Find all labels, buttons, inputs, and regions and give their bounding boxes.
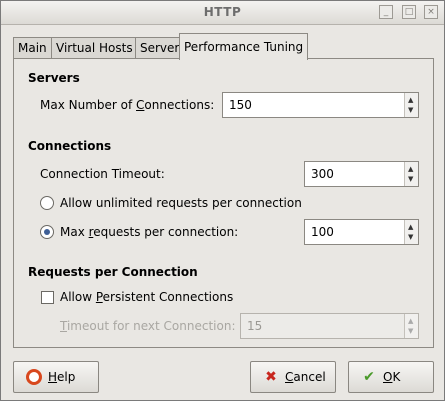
max-connections-value: 150 <box>229 98 252 112</box>
servers-heading: Servers <box>28 71 80 85</box>
connections-heading: Connections <box>28 139 112 153</box>
minimize-icon[interactable]: _ <box>379 5 393 19</box>
ok-button[interactable]: ✔ OK <box>348 361 434 393</box>
titlebar[interactable]: HTTP _ □ × <box>1 1 444 25</box>
spin-up-icon[interactable]: ▲ <box>408 223 413 231</box>
requests-per-connection-heading: Requests per Connection <box>28 265 198 279</box>
spin-down-icon: ▼ <box>408 327 414 335</box>
next-connection-timeout-arrows: ▲ ▼ <box>404 314 418 338</box>
max-connections-arrows[interactable]: ▲ ▼ <box>404 93 418 117</box>
tab-performance-tuning[interactable]: Performance Tuning <box>179 33 309 60</box>
spin-up-icon: ▲ <box>408 317 414 325</box>
radio-selected-dot <box>44 229 50 235</box>
max-connections-label: Max Number of Connections: <box>40 98 215 112</box>
persistent-connections-checkbox[interactable] <box>41 291 54 304</box>
max-requests-spinbox[interactable]: 100 ▲ ▼ <box>304 219 419 245</box>
connection-timeout-arrows[interactable]: ▲ ▼ <box>404 162 418 186</box>
close-icon[interactable]: × <box>424 5 438 19</box>
max-requests-arrows[interactable]: ▲ ▼ <box>404 220 418 244</box>
help-button[interactable]: Help <box>13 361 99 393</box>
ok-button-label: OK <box>383 370 401 384</box>
unlimited-requests-label[interactable]: Allow unlimited requests per connection <box>60 196 302 210</box>
next-connection-timeout-value: 15 <box>247 319 263 333</box>
cancel-x-icon: ✖ <box>265 369 277 385</box>
checkmark-icon: ✔ <box>363 369 375 385</box>
max-requests-label[interactable]: Max requests per connection: <box>60 225 238 239</box>
cancel-button[interactable]: ✖ Cancel <box>250 361 336 393</box>
spin-up-icon[interactable]: ▲ <box>408 96 413 104</box>
maximize-icon[interactable]: □ <box>402 5 416 19</box>
max-requests-radio[interactable] <box>40 225 54 239</box>
persistent-connections-label[interactable]: Allow Persistent Connections <box>60 290 233 304</box>
cancel-button-label: Cancel <box>285 370 326 384</box>
lifebuoy-icon <box>26 369 42 385</box>
next-connection-timeout-label: Timeout for next Connection: <box>60 319 236 333</box>
spin-down-icon[interactable]: ▼ <box>408 106 413 114</box>
tab-server[interactable]: Server <box>135 37 185 59</box>
window-title: HTTP <box>203 5 242 19</box>
performance-tuning-panel: Servers Max Number of Connections: 150 ▲… <box>13 58 434 348</box>
spin-down-icon[interactable]: ▼ <box>408 233 413 241</box>
tab-main[interactable]: Main <box>13 37 52 59</box>
next-connection-timeout-spinbox: 15 ▲ ▼ <box>240 313 419 339</box>
unlimited-requests-radio[interactable] <box>40 196 54 210</box>
tab-virtual-hosts[interactable]: Virtual Hosts <box>51 37 138 59</box>
help-button-label: Help <box>48 370 76 384</box>
spin-down-icon[interactable]: ▼ <box>408 175 413 183</box>
max-requests-value: 100 <box>311 225 334 239</box>
connection-timeout-label: Connection Timeout: <box>40 167 165 181</box>
connection-timeout-spinbox[interactable]: 300 ▲ ▼ <box>304 161 419 187</box>
spin-up-icon[interactable]: ▲ <box>408 165 413 173</box>
connection-timeout-value: 300 <box>311 167 334 181</box>
max-connections-spinbox[interactable]: 150 ▲ ▼ <box>222 92 419 118</box>
http-dialog-window: HTTP _ □ × Main Virtual Hosts Server Per… <box>0 0 445 401</box>
